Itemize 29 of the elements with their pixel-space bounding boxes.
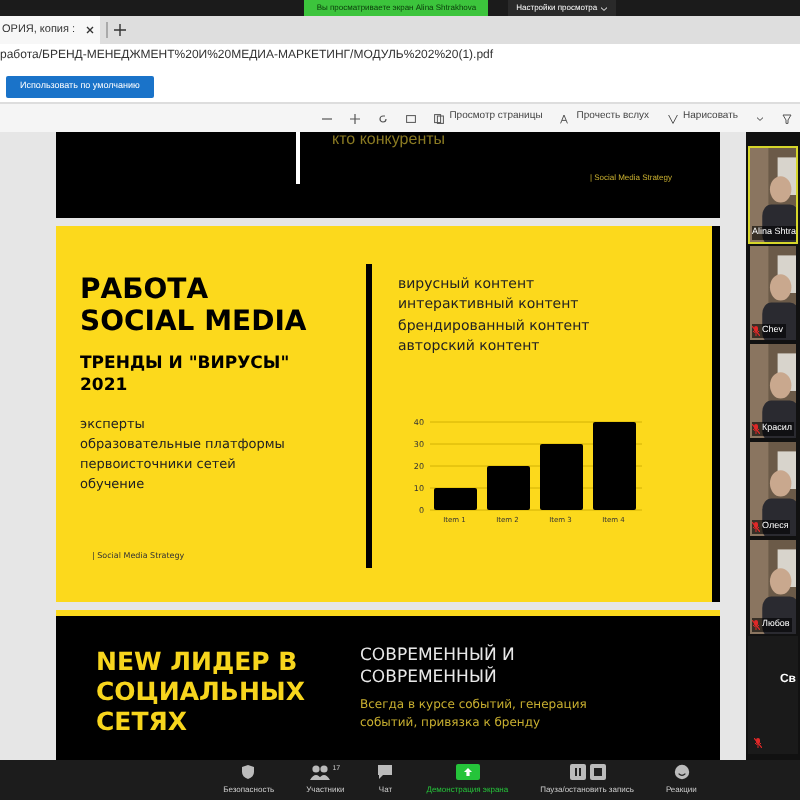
pages-icon (433, 113, 444, 123)
slide-title: СОЦИАЛЬНЫХ (96, 675, 307, 706)
slide-title: РАБОТА (80, 273, 211, 306)
people-icon (310, 764, 331, 780)
slide-subtitle: ТРЕНДЫ И "ВИРУСЫ" (80, 353, 292, 376)
minus-icon[interactable] (321, 113, 332, 123)
plus-icon[interactable] (349, 113, 360, 123)
slide-title: СЕТЯХ (96, 705, 190, 736)
slide-title: SOCIAL MEDIA (80, 305, 309, 338)
pen-icon (667, 113, 678, 123)
slide-heading: СОВРЕМЕННЫЙ И СОВРЕМЕННЫЙ (360, 645, 517, 690)
bar (434, 487, 477, 510)
slide-subtitle: 2021 (80, 375, 130, 398)
chat-icon (376, 764, 395, 780)
shield-icon (240, 764, 257, 780)
close-icon[interactable] (85, 26, 94, 34)
fit-page-icon[interactable] (405, 113, 416, 123)
letter-icon (560, 113, 571, 123)
rotate-icon[interactable] (377, 113, 388, 123)
highlighter-icon[interactable] (782, 113, 792, 123)
plus-icon[interactable] (113, 24, 126, 36)
slide-title: NEW ЛИДЕР В (96, 645, 300, 676)
bar (593, 421, 636, 510)
bar (540, 443, 583, 510)
bar (487, 465, 530, 510)
chevron-down-icon (599, 5, 608, 11)
chevron-down-icon (756, 115, 764, 121)
share-screen-icon (455, 764, 480, 780)
slide-text: кто конкуренты (332, 132, 448, 148)
